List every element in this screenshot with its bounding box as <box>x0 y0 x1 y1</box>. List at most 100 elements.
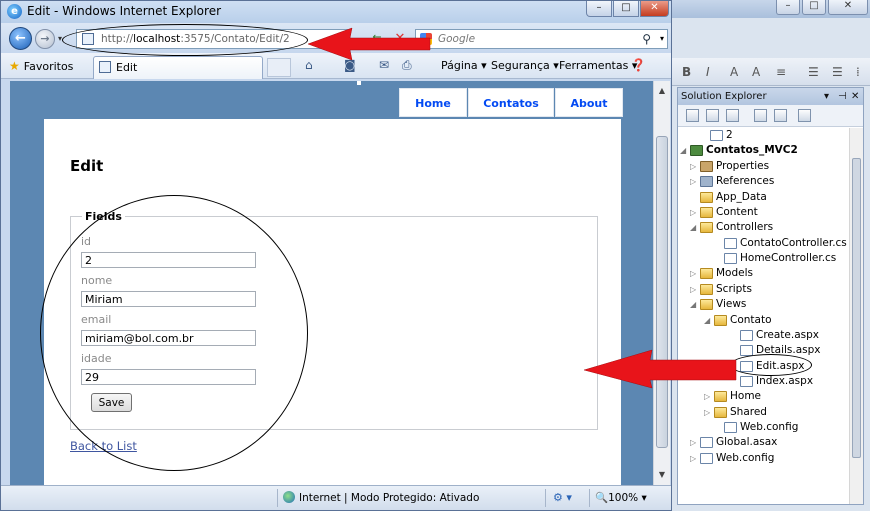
close-icon[interactable]: ✕ <box>851 88 859 105</box>
refresh-icon[interactable] <box>726 109 739 122</box>
refresh-button[interactable]: ⇆ <box>368 29 386 49</box>
print-icon[interactable]: ⎙ <box>402 58 412 73</box>
expand-icon[interactable]: ▷ <box>690 282 700 297</box>
tree-item[interactable]: ▷ References <box>690 174 774 189</box>
vs-maximize-button[interactable]: □ <box>802 0 826 15</box>
menu-home[interactable]: Home <box>399 88 467 117</box>
tree-item[interactable]: ▷ Shared <box>704 405 767 420</box>
zoom-control[interactable]: 🔍100% ▾ <box>595 491 647 504</box>
search-icon[interactable]: ⚲ <box>642 32 651 46</box>
tree-item[interactable]: App_Data <box>700 190 767 205</box>
new-tab-button[interactable] <box>267 58 291 77</box>
tree-item[interactable]: Web.config <box>724 420 798 435</box>
font-color-icon[interactable]: A <box>730 65 738 79</box>
highlight-icon[interactable]: A <box>752 65 760 79</box>
tree-item[interactable]: ContatoController.cs <box>724 236 847 251</box>
tree-item[interactable]: ▷ Models <box>690 266 753 281</box>
maximize-button[interactable]: □ <box>613 1 639 17</box>
bold-icon[interactable]: B <box>682 65 691 79</box>
tree-item[interactable]: ▷ Home <box>704 389 761 404</box>
menu-contatos[interactable]: Contatos <box>468 88 554 117</box>
expand-icon[interactable]: ▷ <box>704 389 714 404</box>
expand-icon[interactable]: ▷ <box>690 266 700 281</box>
tree-item[interactable]: ▷ Global.asax <box>690 435 777 450</box>
protected-mode-icon[interactable]: ⚙ ▾ <box>553 491 572 504</box>
tree-item-edit-aspx[interactable]: Edit.aspx <box>740 359 804 374</box>
tree-item[interactable]: ▷ Scripts <box>690 282 752 297</box>
class-diagram-icon[interactable] <box>798 109 811 122</box>
tree-item-project[interactable]: ◢ Contatos_MVC2 <box>680 143 798 158</box>
numbered-list-icon[interactable]: ☰ <box>832 65 843 79</box>
tree-item[interactable]: ▷ Properties <box>690 159 769 174</box>
history-dropdown-icon[interactable]: ▾ <box>58 34 62 43</box>
tree-item[interactable]: Create.aspx <box>740 328 819 343</box>
security-zone[interactable]: Internet | Modo Protegido: Ativado <box>283 491 479 504</box>
tree-item[interactable]: ▷ Content <box>690 205 758 220</box>
properties-tool-icon[interactable] <box>686 109 699 122</box>
back-to-list-link[interactable]: Back to List <box>70 439 137 453</box>
expand-icon[interactable]: ▷ <box>690 435 700 450</box>
expand-icon[interactable]: ▷ <box>690 174 700 189</box>
scroll-down-icon[interactable]: ▼ <box>654 467 670 482</box>
idade-input[interactable] <box>81 369 256 385</box>
view-code-icon[interactable] <box>754 109 767 122</box>
view-designer-icon[interactable] <box>774 109 787 122</box>
tree-item[interactable]: Index.aspx <box>740 374 813 389</box>
align-icon[interactable]: ≡ <box>776 65 786 79</box>
id-input[interactable] <box>81 252 256 268</box>
page-scrollbar[interactable]: ▲ ▼ <box>653 81 670 485</box>
collapse-icon[interactable]: ◢ <box>690 220 700 235</box>
italic-icon[interactable]: I <box>706 65 710 79</box>
favorites-button[interactable]: ★ Favoritos <box>9 57 73 75</box>
tree-item[interactable]: ◢ Contato <box>704 313 772 328</box>
menu-ferramentas[interactable]: Ferramentas ▾ <box>559 59 637 72</box>
save-button[interactable]: Save <box>91 393 132 412</box>
close-button[interactable]: ✕ <box>640 1 669 17</box>
tab-edit[interactable]: Edit <box>93 56 263 79</box>
expand-icon[interactable]: ▷ <box>690 451 700 466</box>
search-box[interactable]: Google ⚲ ▾ <box>415 29 668 49</box>
address-bar[interactable]: http://localhost:3575/Contato/Edit/2 <box>76 29 348 49</box>
stop-button[interactable]: ✕ <box>391 29 409 49</box>
forward-button[interactable]: → <box>35 29 55 49</box>
menu-seguranca[interactable]: Segurança ▾ <box>491 59 559 72</box>
more-icon[interactable]: ⁞ <box>856 65 860 79</box>
window-title: Edit - Windows Internet Explorer <box>27 4 222 18</box>
home-icon[interactable]: ⌂ <box>305 58 313 72</box>
help-icon[interactable]: ❓ <box>631 58 646 72</box>
search-dropdown-icon[interactable]: ▾ <box>660 34 664 43</box>
tree-item[interactable]: ◢ Controllers <box>690 220 773 235</box>
collapse-icon[interactable]: ◢ <box>680 143 690 158</box>
expand-icon[interactable]: ▷ <box>704 405 714 420</box>
scroll-up-icon[interactable]: ▲ <box>654 83 670 98</box>
menu-pagina[interactable]: Página ▾ <box>441 59 487 72</box>
tree-item[interactable]: Details.aspx <box>740 343 821 358</box>
site-menu: Home Contatos About <box>399 88 623 117</box>
file-icon <box>724 253 737 264</box>
tree-item[interactable]: ▷ Web.config <box>690 451 774 466</box>
expand-icon[interactable]: ▷ <box>690 159 700 174</box>
feeds-icon[interactable]: ◙ <box>344 58 356 72</box>
solution-explorer-scrollbar[interactable] <box>849 128 863 504</box>
collapse-icon[interactable]: ◢ <box>690 297 700 312</box>
minimize-button[interactable]: – <box>586 1 612 17</box>
collapse-icon[interactable]: ◢ <box>704 313 714 328</box>
back-button[interactable]: ← <box>9 27 32 50</box>
email-input[interactable] <box>81 330 256 346</box>
vs-close-button[interactable]: ✕ <box>828 0 868 15</box>
menu-about[interactable]: About <box>555 88 623 117</box>
expand-icon[interactable]: ▷ <box>690 205 700 220</box>
nome-input[interactable] <box>81 291 256 307</box>
pin-icon[interactable]: ⊣ <box>838 88 847 105</box>
tree-item[interactable]: HomeController.cs <box>724 251 836 266</box>
vs-minimize-button[interactable]: – <box>776 0 800 15</box>
list-icon[interactable]: ☰ <box>808 65 819 79</box>
mail-icon[interactable]: ✉ <box>379 58 389 72</box>
tree-item[interactable]: 2 <box>710 128 733 143</box>
scrollbar-thumb[interactable] <box>656 136 668 448</box>
show-all-files-icon[interactable] <box>706 109 719 122</box>
dropdown-icon[interactable]: ▾ <box>824 88 829 105</box>
ie-navigation-bar: ← → ▾ http://localhost:3575/Contato/Edit… <box>1 23 671 53</box>
tree-item[interactable]: ◢ Views <box>690 297 746 312</box>
scrollbar-thumb[interactable] <box>852 158 861 458</box>
